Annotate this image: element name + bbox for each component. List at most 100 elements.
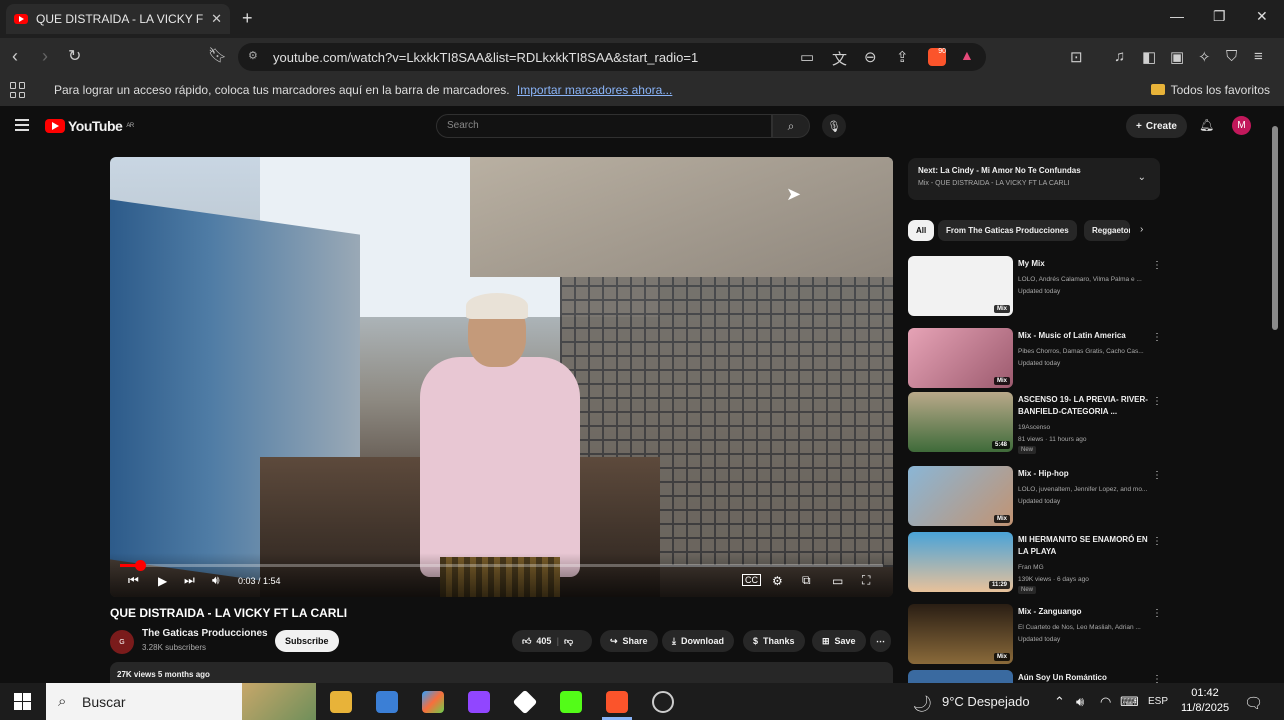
chip-from-channel[interactable]: From The Gaticas Producciones: [938, 220, 1077, 241]
thumbnail[interactable]: 11:29: [908, 532, 1013, 592]
list-item[interactable]: Aún Soy Un Romántico ⋮: [908, 670, 1168, 683]
item-title[interactable]: Mix - Music of Latin America: [1018, 330, 1150, 342]
thumbnail[interactable]: Mix: [908, 466, 1013, 526]
volume-icon[interactable]: 🔊︎: [212, 573, 220, 588]
speaker-icon[interactable]: 🔊︎: [1076, 694, 1084, 710]
create-button[interactable]: + Create: [1126, 114, 1187, 138]
back-icon[interactable]: ‹: [12, 46, 18, 67]
brave-icon[interactable]: [606, 691, 628, 713]
cast-icon[interactable]: ▭: [800, 48, 814, 66]
file-explorer-icon[interactable]: [330, 691, 352, 713]
item-title[interactable]: My Mix: [1018, 258, 1150, 270]
language-indicator[interactable]: ESP: [1148, 696, 1168, 707]
tab-search-icon[interactable]: ⊡: [1070, 48, 1083, 66]
youtube-logo[interactable]: YouTube AR: [45, 118, 134, 134]
brave-shield-icon[interactable]: 90: [928, 48, 946, 66]
item-menu-icon[interactable]: ⋮: [1152, 396, 1162, 407]
app-icon[interactable]: [512, 689, 538, 715]
dislike-icon[interactable]: 👎︎: [564, 636, 573, 647]
progress-bar[interactable]: [120, 560, 883, 571]
save-button[interactable]: ⊞ Save: [812, 630, 866, 652]
captions-icon[interactable]: CC: [742, 574, 761, 586]
avatar[interactable]: M: [1232, 116, 1251, 135]
like-icon[interactable]: 👍︎: [522, 636, 531, 647]
sidebar-icon[interactable]: ◧: [1142, 48, 1156, 66]
like-dislike-button[interactable]: 👍︎ 405 | 👎︎: [512, 630, 592, 652]
site-info-icon[interactable]: ⚙: [248, 49, 258, 62]
item-menu-icon[interactable]: ⋮: [1152, 674, 1162, 683]
restore-icon[interactable]: ❐: [1213, 8, 1226, 25]
voice-search-icon[interactable]: 🎙︎: [822, 114, 846, 138]
download-button[interactable]: ⤓ Download: [662, 630, 734, 652]
miniplayer-icon[interactable]: ⧉: [802, 573, 811, 588]
weather-text[interactable]: 9°C Despejado: [942, 694, 1030, 709]
fullscreen-icon[interactable]: ⛶: [862, 573, 870, 588]
more-actions-icon[interactable]: ⋯: [870, 630, 891, 652]
close-window-icon[interactable]: ✕: [1256, 8, 1268, 25]
reload-icon[interactable]: ↻: [68, 46, 81, 66]
item-menu-icon[interactable]: ⋮: [1152, 470, 1162, 481]
progress-scrubber[interactable]: [134, 560, 146, 571]
channel-name[interactable]: The Gaticas Producciones: [142, 628, 268, 639]
channel-avatar[interactable]: G: [110, 630, 134, 654]
brave-rewards-icon[interactable]: ▲: [960, 47, 974, 63]
thumbnail[interactable]: Mix: [908, 256, 1013, 316]
thumbnail[interactable]: Mix: [908, 604, 1013, 664]
browser-tab[interactable]: QUE DISTRAIDA - LA VICKY FT L ✕: [6, 4, 230, 34]
subscribe-button[interactable]: Subscribe: [275, 630, 339, 652]
theater-mode-icon[interactable]: ▭: [832, 574, 843, 588]
notifications-icon[interactable]: 🗨︎: [1244, 694, 1263, 712]
all-favorites[interactable]: Todos los favoritos: [1150, 83, 1270, 97]
list-item[interactable]: Mix Mix - Hip-hop LOLO, juvenaltem, Jenn…: [908, 466, 1168, 528]
play-icon[interactable]: ▶: [158, 574, 167, 588]
previous-icon[interactable]: ⏮: [128, 573, 139, 588]
translate-icon[interactable]: 文: [832, 48, 847, 69]
search-button[interactable]: ⌕: [772, 114, 810, 138]
list-item[interactable]: 11:29 MI HERMANITO SE ENAMORÓ EN LA PLAY…: [908, 532, 1168, 594]
ime-icon[interactable]: ⌨: [1120, 694, 1139, 710]
address-bar[interactable]: ⚙ youtube.com/watch?v=LkxkkTI8SAA&list=R…: [238, 43, 986, 71]
share-icon[interactable]: ⇪: [896, 48, 909, 66]
chevron-down-icon[interactable]: ⌄: [1138, 172, 1146, 183]
media-icon[interactable]: ♫: [1114, 48, 1125, 65]
zoom-icon[interactable]: ⊖: [864, 48, 877, 66]
item-title[interactable]: Mix - Zanguango: [1018, 606, 1150, 618]
obs-icon[interactable]: [652, 691, 674, 713]
bookmark-icon[interactable]: 🔖︎: [208, 46, 227, 64]
wifi-icon[interactable]: ◠: [1100, 694, 1111, 710]
autoplay-next-panel[interactable]: Next: La Cindy - Mi Amor No Te Confundas…: [908, 158, 1160, 200]
windows-start-icon[interactable]: [14, 693, 31, 710]
forward-icon[interactable]: ›: [42, 46, 48, 67]
video-player[interactable]: ⏮ ▶ ⏭ 🔊︎ 0:03 / 1:54 CC ⚙ ⧉ ▭ ⛶: [110, 157, 893, 597]
item-menu-icon[interactable]: ⋮: [1152, 332, 1162, 343]
list-item[interactable]: Mix Mix - Zanguango El Cuarteto de Nos, …: [908, 604, 1168, 666]
taskbar-clock[interactable]: 01:42 11/8/2025: [1170, 686, 1240, 716]
search-input[interactable]: Search: [436, 114, 772, 138]
item-menu-icon[interactable]: ⋮: [1152, 536, 1162, 547]
notifications-bell-icon[interactable]: 🔔︎: [1199, 118, 1214, 132]
chip-all[interactable]: All: [908, 220, 935, 241]
minimize-icon[interactable]: —: [1170, 8, 1184, 24]
vpn-icon[interactable]: ⛉: [1226, 48, 1237, 65]
item-title[interactable]: ASCENSO 19- LA PREVIA- RIVER-BANFIELD-CA…: [1018, 394, 1150, 418]
list-item[interactable]: 5:48 ASCENSO 19- LA PREVIA- RIVER-BANFIE…: [908, 392, 1168, 454]
store-icon[interactable]: [376, 691, 398, 713]
wallet-icon[interactable]: ▣: [1170, 48, 1184, 66]
next-icon[interactable]: ⏭: [184, 573, 195, 588]
list-item[interactable]: Mix Mix - Music of Latin America Pibes C…: [908, 328, 1168, 390]
item-menu-icon[interactable]: ⋮: [1152, 260, 1162, 271]
tray-chevron-icon[interactable]: ⌃: [1054, 694, 1065, 710]
item-title[interactable]: Aún Soy Un Romántico: [1018, 672, 1150, 683]
chip-scroll-right-icon[interactable]: ›: [1140, 224, 1143, 235]
thanks-button[interactable]: $ Thanks: [743, 630, 805, 652]
share-button[interactable]: ↪ Share: [600, 630, 658, 652]
thumbnail[interactable]: Mix: [908, 328, 1013, 388]
settings-gear-icon[interactable]: ⚙: [772, 574, 783, 588]
copilot-icon[interactable]: [422, 691, 444, 713]
item-menu-icon[interactable]: ⋮: [1152, 608, 1162, 619]
leo-icon[interactable]: ✧: [1198, 48, 1211, 66]
list-item[interactable]: Mix My Mix LOLO, Andrés Calamaro, Vilma …: [908, 256, 1168, 318]
twitch-icon[interactable]: [468, 691, 490, 713]
import-bookmarks-link[interactable]: Importar marcadores ahora...: [517, 83, 672, 97]
taskbar-search[interactable]: ⌕ Buscar: [46, 683, 316, 720]
